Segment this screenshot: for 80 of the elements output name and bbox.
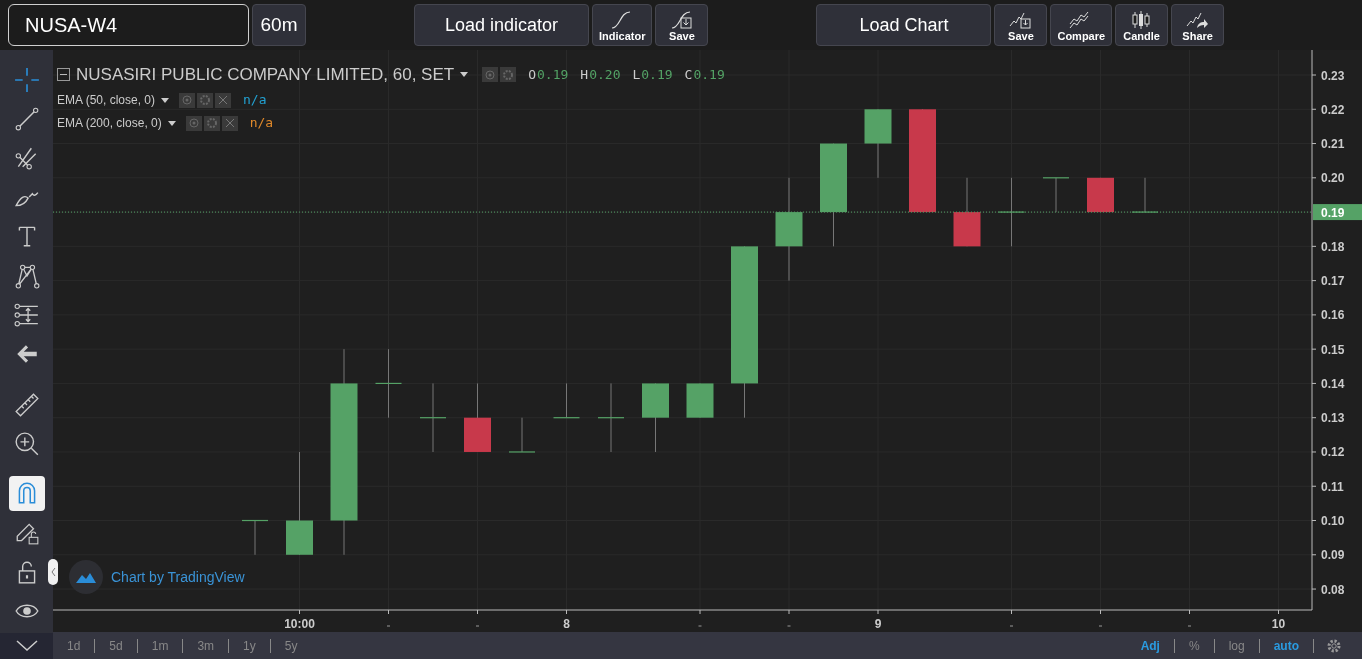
study-label[interactable]: EMA (50, close, 0) xyxy=(57,91,156,109)
candlestick xyxy=(419,382,447,453)
last-price-label: 0.19 xyxy=(1313,204,1362,221)
scale-option[interactable]: % xyxy=(1174,636,1214,655)
price-label: 0.20 xyxy=(1321,171,1345,186)
collapse-handle[interactable] xyxy=(48,559,58,585)
caret-icon[interactable] xyxy=(167,120,176,126)
candlestick xyxy=(508,417,536,453)
chevron-down-icon[interactable] xyxy=(0,632,53,659)
ruler-icon xyxy=(13,392,40,419)
time-label: 10 xyxy=(1271,617,1286,631)
crosshair-icon xyxy=(13,66,40,93)
load-button[interactable]: Load Chart xyxy=(816,4,992,46)
candlestick xyxy=(953,177,981,247)
trend-line-icon xyxy=(13,105,40,132)
ohlc-value: 0.20 xyxy=(589,66,621,84)
time-label: 9 xyxy=(874,617,882,631)
price-label: 0.13 xyxy=(1321,411,1345,426)
candlestick xyxy=(686,382,714,419)
study-value: n/a xyxy=(243,91,267,110)
load-button[interactable]: Load indicator xyxy=(414,4,589,46)
projection-icon xyxy=(13,301,40,328)
ohlc-label: O xyxy=(528,66,536,84)
candlestick xyxy=(1042,177,1070,213)
symbol-field[interactable]: NUSA-W4 xyxy=(8,4,249,46)
candle-button[interactable]: Candle xyxy=(1115,4,1169,46)
ohlc-value: 0.19 xyxy=(537,66,569,84)
candlestick xyxy=(864,108,892,179)
candlestick xyxy=(642,382,669,453)
caret-icon[interactable] xyxy=(161,97,170,103)
time-label: 8 xyxy=(563,617,570,631)
study-label[interactable]: EMA (200, close, 0) xyxy=(57,114,162,132)
collapse-icon[interactable] xyxy=(57,68,70,82)
ohlc-value: 0.19 xyxy=(693,66,725,84)
tool-button[interactable] xyxy=(8,475,45,512)
pattern-icon xyxy=(13,262,40,289)
price-label: 0.08 xyxy=(1321,582,1345,597)
compare-button[interactable]: Compare xyxy=(1050,4,1113,46)
candlestick xyxy=(597,382,625,453)
price-label: 0.22 xyxy=(1321,102,1345,117)
caret-icon[interactable] xyxy=(460,72,469,78)
price-label: 0.11 xyxy=(1321,479,1344,494)
time-label: 10:00 xyxy=(284,617,315,631)
candlestick xyxy=(552,382,581,419)
interval-button[interactable]: 60m xyxy=(252,4,306,46)
share-button[interactable]: Share xyxy=(1171,4,1225,46)
chart-line-icon xyxy=(669,10,694,30)
price-label: 0.14 xyxy=(1321,376,1345,391)
price-label: 0.15 xyxy=(1321,342,1345,357)
settings-icon[interactable] xyxy=(500,67,517,83)
ohlc-label: L xyxy=(632,66,641,84)
price-label: 0.16 xyxy=(1321,308,1345,323)
ohlc-label: C xyxy=(684,66,693,84)
chartsave-button[interactable]: Save xyxy=(994,4,1048,46)
scale-option[interactable]: auto xyxy=(1259,636,1313,655)
price-label: 0.21 xyxy=(1321,137,1345,152)
symbol-title[interactable]: NUSASIRI PUBLIC COMPANY LIMITED, 60, SET xyxy=(76,62,455,88)
price-label: 0.17 xyxy=(1321,274,1345,289)
candlestick xyxy=(241,519,269,556)
candlestick xyxy=(464,382,491,453)
price-label: 0.18 xyxy=(1321,239,1345,254)
scale-option[interactable]: Adj xyxy=(1126,636,1174,655)
study-value: n/a xyxy=(249,114,274,133)
ohlc-value: 0.19 xyxy=(641,66,673,84)
indicator-button[interactable]: Indicator xyxy=(592,4,653,46)
save-button[interactable]: Save xyxy=(655,4,709,46)
candlestick xyxy=(1087,177,1114,213)
ohlc-label: H xyxy=(580,66,589,84)
candlestick xyxy=(1131,177,1159,213)
price-label: 0.09 xyxy=(1321,548,1345,563)
zoom-in-icon xyxy=(13,431,40,458)
chart-line-icon xyxy=(1185,10,1210,30)
price-label: 0.10 xyxy=(1321,514,1345,528)
candlestick xyxy=(374,348,403,419)
candlestick xyxy=(997,177,1026,247)
price-label: 0.12 xyxy=(1321,445,1345,460)
price-label: 0.23 xyxy=(1321,68,1345,83)
eye-icon[interactable] xyxy=(482,67,499,83)
attribution-link[interactable]: Chart by TradingView xyxy=(111,566,245,588)
chart-line-icon xyxy=(1008,10,1033,30)
